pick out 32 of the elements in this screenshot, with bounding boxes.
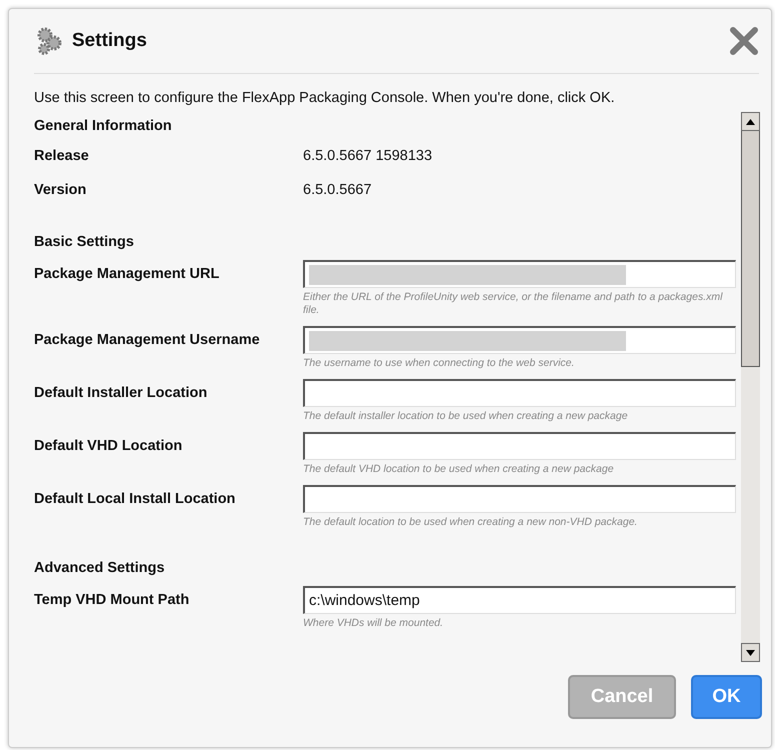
field-label: Default Local Install Location: [34, 490, 236, 507]
dialog-title: Settings: [72, 30, 148, 52]
field-label: Package Management URL: [34, 265, 220, 282]
field-hint: Either the URL of the ProfileUnity web service, or the filename and path to a packages.xml file.: [303, 291, 724, 317]
scroll-down-icon[interactable]: [741, 643, 760, 662]
info-label: Version: [34, 182, 88, 198]
section-heading: Basic Settings: [34, 233, 135, 252]
field-label: Default VHD Location: [34, 437, 184, 454]
info-value: 6.5.0.5667: [303, 182, 373, 198]
ok-button[interactable]: OK: [691, 675, 762, 719]
field-label: Package Management Username: [34, 331, 261, 348]
field-label: Default Installer Location: [34, 384, 208, 401]
text-field[interactable]: [303, 326, 736, 354]
section-heading: Advanced Settings: [34, 559, 166, 578]
text-field[interactable]: [303, 432, 736, 460]
intro-text: Use this screen to configure the FlexApp Packaging Console. When you're done, click OK.: [34, 90, 616, 106]
scrollbar[interactable]: [741, 112, 760, 662]
info-value: 6.5.0.5667 1598133: [303, 148, 434, 164]
info-label: Release: [34, 148, 90, 164]
section-heading: General Information: [34, 117, 173, 136]
field-label: Temp VHD Mount Path: [34, 591, 190, 608]
field-hint: The default location to be used when creating a new non-VHD package.: [303, 516, 638, 529]
field-hint: The username to use when connecting to the web service.: [303, 357, 576, 370]
text-field[interactable]: [303, 379, 736, 407]
text-field[interactable]: c:\windows\temp: [303, 586, 736, 614]
field-hint: The default VHD location to be used when creating a new package: [303, 463, 615, 476]
field-hint: The default installer location to be used when creating a new package: [303, 410, 629, 423]
text-field[interactable]: [303, 260, 736, 288]
field-hint: Where VHDs will be mounted.: [303, 617, 444, 630]
text-field[interactable]: [303, 485, 736, 513]
scroll-up-icon[interactable]: [741, 112, 760, 131]
close-icon[interactable]: [729, 26, 759, 56]
